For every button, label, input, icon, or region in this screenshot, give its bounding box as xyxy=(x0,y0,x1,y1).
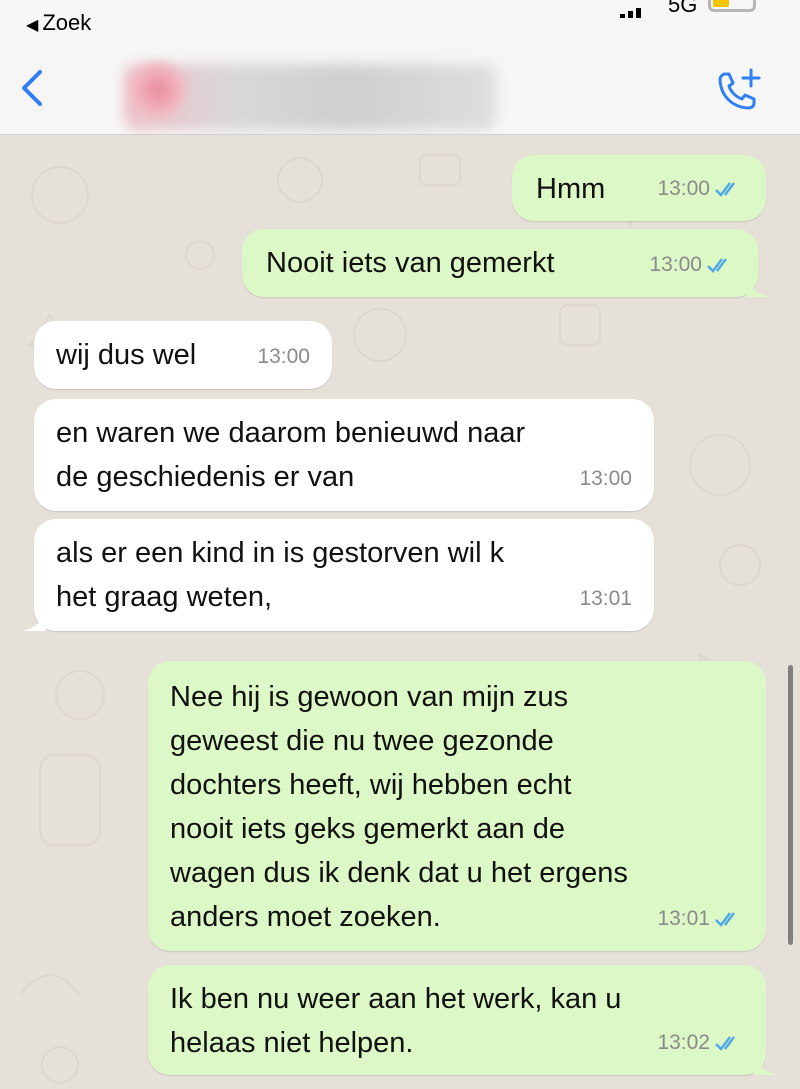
scrollbar[interactable] xyxy=(788,665,793,945)
read-ticks-icon xyxy=(707,258,727,273)
message-incoming[interactable]: en waren we daarom benieuwd naar de gesc… xyxy=(34,399,654,511)
back-triangle-icon: ◀ xyxy=(26,17,39,34)
read-ticks-icon xyxy=(715,182,735,197)
back-to-app-label: Zoek xyxy=(42,10,92,35)
message-time: 13:01 xyxy=(579,587,632,610)
chat-header xyxy=(0,40,800,135)
message-text: als er een kind in is gestorven wil k he… xyxy=(56,537,505,613)
message-outgoing[interactable]: Hmm 13:00 xyxy=(512,155,766,221)
message-outgoing[interactable]: Nee hij is gewoon van mijn zus geweest d… xyxy=(148,661,766,951)
message-incoming[interactable]: wij dus wel 13:00 xyxy=(34,321,332,389)
message-time: 13:00 xyxy=(257,345,310,368)
chat-area[interactable]: Hmm 13:00 Nooit iets van gemerkt 13:00 w… xyxy=(0,135,800,1089)
message-outgoing[interactable]: Nooit iets van gemerkt 13:00 xyxy=(242,229,770,297)
message-time: 13:00 xyxy=(657,177,710,200)
chevron-left-icon[interactable] xyxy=(18,68,48,108)
message-time: 13:00 xyxy=(649,253,702,276)
bubble-tail xyxy=(22,609,46,631)
read-ticks-icon xyxy=(715,1036,735,1051)
message-time: 13:00 xyxy=(579,467,632,490)
back-to-app-link[interactable]: ◀ Zoek xyxy=(26,10,91,36)
network-type: 5G xyxy=(668,0,698,17)
contact-avatar[interactable] xyxy=(128,60,188,120)
battery-icon xyxy=(708,0,756,12)
bubble-tail xyxy=(754,1053,778,1075)
message-outgoing[interactable]: Ik ben nu weer aan het werk, kan u helaa… xyxy=(148,965,778,1075)
read-ticks-icon xyxy=(715,912,735,927)
message-time: 13:01 xyxy=(657,907,710,930)
message-time: 13:02 xyxy=(657,1031,710,1054)
bubble-tail xyxy=(746,275,770,297)
signal-icon xyxy=(620,0,644,18)
status-bar: ◀ Zoek 5G xyxy=(0,0,800,40)
add-call-icon[interactable] xyxy=(712,66,762,116)
message-incoming[interactable]: als er een kind in is gestorven wil k he… xyxy=(22,519,654,631)
message-text: en waren we daarom benieuwd naar de gesc… xyxy=(56,417,526,493)
